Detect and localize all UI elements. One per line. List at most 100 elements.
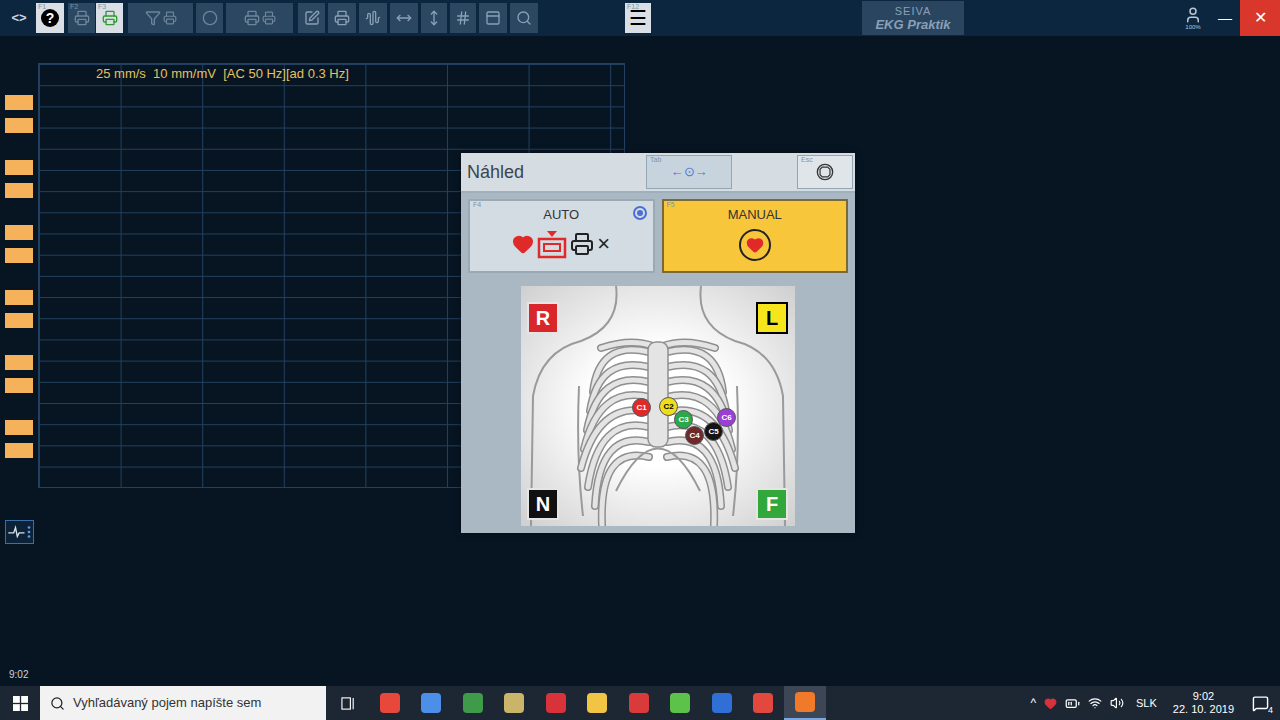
app-icon: [629, 693, 649, 713]
taskbar-app[interactable]: [743, 686, 785, 720]
toolbar-button[interactable]: [479, 3, 507, 33]
nav-toggle[interactable]: <>: [5, 3, 33, 33]
volume-icon[interactable]: [1110, 696, 1124, 710]
lead-marker[interactable]: [5, 183, 33, 198]
wifi-icon[interactable]: [1088, 696, 1102, 710]
toolbar-button[interactable]: F3: [96, 3, 123, 33]
app-icon: [753, 693, 773, 713]
tool-icon: [396, 10, 412, 26]
record-icon: [537, 229, 567, 259]
lead-marker[interactable]: [5, 160, 33, 175]
chest-electrode[interactable]: C6: [717, 408, 736, 427]
toolbar-button: F2: [68, 3, 95, 33]
tool-icon: [365, 10, 381, 26]
start-button[interactable]: [0, 686, 40, 720]
toolbar-button[interactable]: [510, 3, 538, 33]
notification-button[interactable]: 4: [1246, 691, 1274, 715]
ecg-mode-button[interactable]: [5, 520, 34, 544]
chest-electrode[interactable]: C1: [632, 398, 651, 417]
key-hint: F3: [98, 3, 106, 11]
taskbar-app[interactable]: [618, 686, 660, 720]
app-icon: [504, 693, 524, 713]
close-button[interactable]: ✕: [1240, 0, 1280, 36]
lead-marker[interactable]: [5, 225, 33, 240]
app-logo: SEIVAEKG Praktik: [862, 1, 964, 35]
app-icon: [712, 693, 732, 713]
toolbar-button[interactable]: F12☰: [625, 3, 651, 33]
default-radio-icon: [633, 206, 647, 220]
heart-tray-icon[interactable]: [1044, 697, 1057, 710]
taskbar-app[interactable]: [701, 686, 743, 720]
clock-label: 9:02: [5, 667, 38, 682]
app-icon: [587, 693, 607, 713]
ecg-settings: 25 mm/s 10 mm/mV [AC 50 Hz][ad 0.3 Hz]: [39, 64, 624, 83]
app-icon: [795, 692, 815, 712]
battery-icon[interactable]: [1065, 696, 1080, 711]
lead-marker[interactable]: [5, 290, 33, 305]
lead-marker[interactable]: [5, 118, 33, 133]
lead-marker[interactable]: [5, 95, 33, 110]
search-icon: [50, 696, 65, 711]
lead-marker[interactable]: [5, 378, 33, 393]
taskbar-app[interactable]: [411, 686, 453, 720]
printer-icon: [570, 232, 594, 256]
taskbar-app[interactable]: [660, 686, 702, 720]
mode-label: MANUAL: [728, 205, 782, 225]
tool-icon: [485, 10, 501, 26]
task-view-button[interactable]: [327, 686, 369, 720]
toolbar-button[interactable]: [421, 3, 447, 33]
toolbar-button: [196, 3, 223, 33]
toolbar-button[interactable]: [298, 3, 325, 33]
taskbar-app[interactable]: [784, 686, 826, 720]
tool-icon: [426, 10, 442, 26]
toolbar-button[interactable]: [450, 3, 476, 33]
minimize-button[interactable]: —: [1210, 0, 1240, 36]
toolbar-button[interactable]: [359, 3, 387, 33]
limb-electrode[interactable]: F: [756, 488, 788, 520]
language-indicator[interactable]: SLK: [1132, 695, 1161, 712]
taskbar-apps: [369, 686, 826, 720]
nav-button[interactable]: Tab←⊙→: [646, 155, 732, 189]
toolbar-button[interactable]: F1?: [36, 3, 64, 33]
toolbar-button[interactable]: [328, 3, 356, 33]
app-icon: [670, 693, 690, 713]
taskbar-app[interactable]: [494, 686, 536, 720]
rib-cage-icon: [521, 286, 795, 526]
taskbar-app[interactable]: [577, 686, 619, 720]
chest-electrode[interactable]: C4: [685, 426, 704, 445]
mode-button[interactable]: F4AUTO×: [468, 199, 655, 273]
search-box[interactable]: Vyhľadávaný pojem napíšte sem: [40, 686, 326, 720]
lead-column: 9:02: [0, 36, 38, 686]
stop-button[interactable]: Esc: [797, 155, 853, 189]
tray-expand[interactable]: ^: [1030, 694, 1036, 712]
top-toolbar: <>F1?F2F3F12☰SEIVAEKG Praktik100%—✕: [0, 0, 1280, 36]
task-view-icon: [341, 696, 356, 711]
printer-icon: [163, 11, 177, 25]
lead-marker[interactable]: [5, 355, 33, 370]
key-hint: F2: [70, 3, 78, 11]
lead-marker[interactable]: [5, 420, 33, 435]
app-screen: <>F1?F2F3F12☰SEIVAEKG Praktik100%—✕9:022…: [0, 0, 1280, 720]
preview-dialog: NáhledTab←⊙→EscF4AUTO×F5MANUALRLNFC1C2C3…: [461, 153, 855, 533]
heart-icon: [512, 233, 534, 255]
key-hint: F1: [38, 3, 46, 11]
limb-electrode[interactable]: N: [527, 488, 559, 520]
taskbar-app[interactable]: [369, 686, 411, 720]
windows-icon: [13, 696, 28, 711]
person-icon: [1184, 6, 1202, 24]
app-icon: [421, 693, 441, 713]
lead-marker[interactable]: [5, 248, 33, 263]
printer-icon: [262, 11, 276, 25]
lead-marker[interactable]: [5, 313, 33, 328]
chest-diagram: RLNFC1C2C3C4C5C6: [521, 286, 795, 526]
limb-electrode[interactable]: L: [756, 302, 788, 334]
limb-electrode[interactable]: R: [527, 302, 559, 334]
tray-clock[interactable]: 9:0222. 10. 2019: [1169, 690, 1238, 716]
mode-button[interactable]: F5MANUAL: [662, 199, 849, 273]
manual-heart-icon: [739, 229, 771, 261]
taskbar-app[interactable]: [452, 686, 494, 720]
taskbar-app[interactable]: [535, 686, 577, 720]
toolbar-button: [128, 3, 193, 33]
toolbar-button[interactable]: [390, 3, 418, 33]
lead-marker[interactable]: [5, 443, 33, 458]
